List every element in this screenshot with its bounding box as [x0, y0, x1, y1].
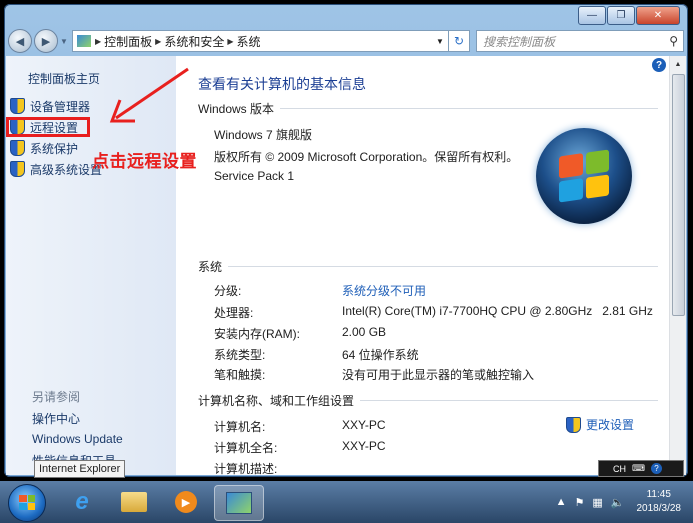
clock-time: 11:45: [646, 489, 671, 500]
show-hidden-icons[interactable]: ▲: [556, 496, 567, 508]
action-center-flag-icon[interactable]: ⚑: [575, 496, 585, 509]
volume-icon[interactable]: 🔈: [611, 496, 625, 509]
arrow-head: [109, 99, 135, 123]
start-button[interactable]: [8, 484, 46, 522]
windows-flag-icon: [19, 495, 35, 510]
network-icon[interactable]: ▦: [592, 496, 602, 509]
taskbar-control-panel[interactable]: [214, 485, 264, 521]
taskbar: e ▶ ▲ ⚑ ▦ 🔈 11:45 2018/3/28: [0, 481, 693, 523]
folder-icon: [121, 492, 147, 512]
annotation-arrow-icon: [109, 67, 189, 123]
arrow-shaft: [115, 67, 189, 120]
language-indicator: CH: [613, 463, 626, 474]
keyboard-icon: ⌨: [632, 463, 645, 473]
help-icon[interactable]: ?: [651, 463, 662, 474]
taskbar-media-player[interactable]: ▶: [162, 485, 210, 519]
language-bar[interactable]: CH ⌨ ?: [598, 460, 684, 477]
tooltip: Internet Explorer: [34, 460, 126, 478]
system-tray: ▲ ⚑ ▦ 🔈 11:45 2018/3/28: [552, 481, 689, 523]
media-player-icon: ▶: [175, 491, 197, 513]
taskbar-internet-explorer[interactable]: e: [58, 485, 106, 519]
control-panel-icon: [226, 492, 252, 514]
internet-explorer-icon: e: [75, 488, 89, 515]
clock[interactable]: 11:45 2018/3/28: [637, 488, 682, 516]
clock-date: 2018/3/28: [636, 503, 682, 514]
taskbar-explorer[interactable]: [110, 485, 158, 519]
